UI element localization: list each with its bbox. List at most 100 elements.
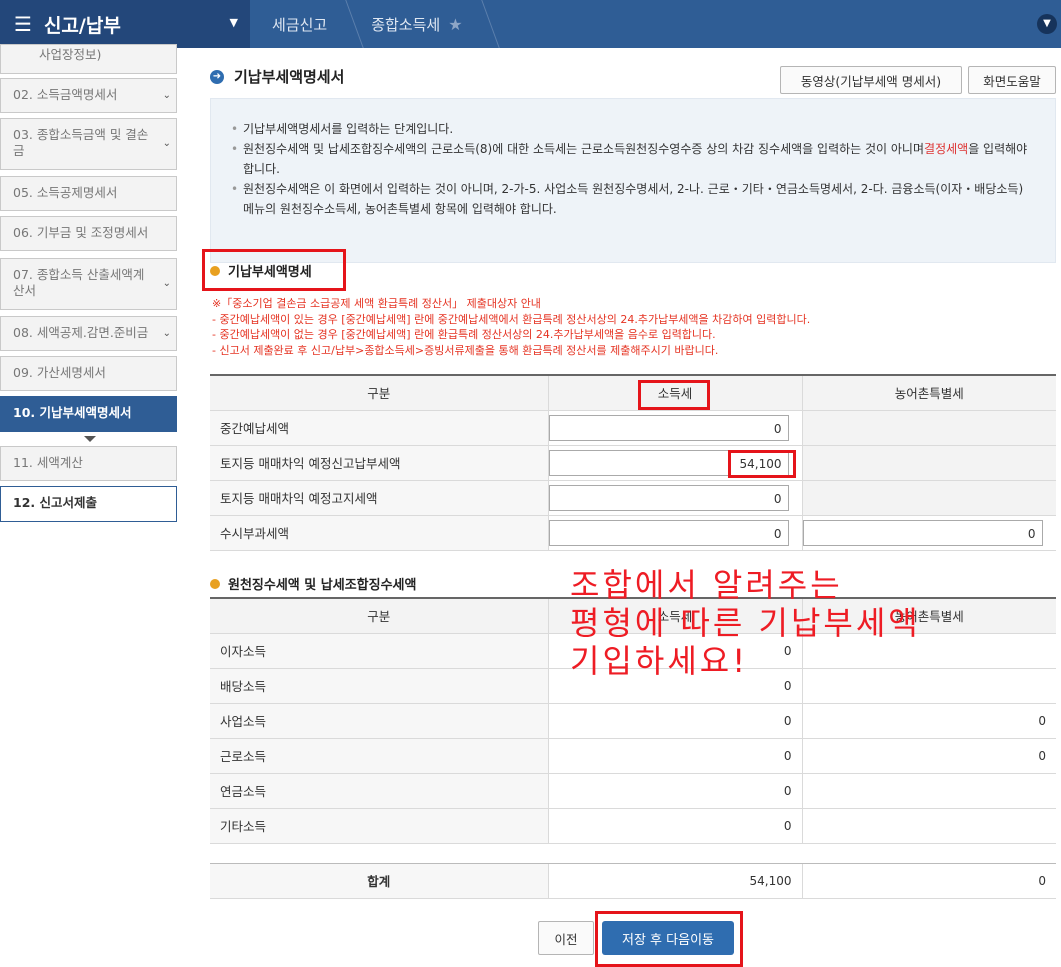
value-cell: 0 (801, 738, 1056, 774)
chevron-down-icon[interactable]: ▼ (1037, 14, 1057, 34)
sidebar-item-06[interactable]: 06. 기부금 및 조정명세서 (0, 216, 177, 251)
arrow-circle-icon: ➜ (210, 69, 224, 84)
sidebar-item-10-active[interactable]: 10. 기납부세액명세서 (0, 396, 177, 432)
caret-down-icon: ▼ (229, 16, 238, 29)
row-label: 기타소득 (210, 808, 548, 844)
occasional-tax-input[interactable]: 0 (548, 519, 789, 546)
info-text: 원천징수세액 및 납세조합징수세액의 근로소득(8)에 대한 소득세는 근로소득… (243, 142, 925, 156)
table-row: 수시부과세액 0 0 (210, 515, 1056, 551)
info-text: 원천징수세액은 이 화면에서 입력하는 것이 아니며, 2-가-5. 사업소득 … (243, 182, 1024, 216)
section2-title: 원천징수세액 및 납세조합징수세액 (210, 574, 416, 593)
prepaid-tax-table: 구분 소득세 농어촌특별세 중간예납세액 0 토지등 매매차익 예정신고납부세액… (210, 374, 1056, 551)
notice-text: ※「중소기업 결손금 소급공제 세액 환급특례 정산서」 제출대상자 안내 - … (212, 296, 810, 358)
chevron-down-icon[interactable]: ⌄ (163, 88, 171, 104)
table-row: 중간예납세액 0 (210, 410, 1056, 446)
sidebar-item-12[interactable]: 12. 신고서제출 (0, 486, 177, 522)
chevron-down-icon[interactable]: ⌄ (163, 326, 171, 342)
sidebar-item-11[interactable]: 11. 세액계산 (0, 446, 177, 481)
info-line: 원천징수세액 및 납세조합징수세액의 근로소득(8)에 대한 소득세는 근로소득… (231, 139, 1035, 179)
sidebar-item-label: 05. 소득공제명세서 (13, 185, 118, 200)
notice-line: - 신고서 제출완료 후 신고/납부>종합소득세>증빙서류제출을 통해 환급특례… (212, 343, 719, 357)
sidebar-item-05[interactable]: 05. 소득공제명세서 (0, 176, 177, 211)
highlight-box (728, 450, 796, 478)
row-label: 수시부과세액 (210, 515, 548, 551)
video-button[interactable]: 동영상(기납부세액 명세서) (780, 66, 962, 94)
info-box: 기납부세액명세서를 입력하는 단계입니다. 원천징수세액 및 납세조합징수세액의… (210, 98, 1056, 263)
info-text: 기납부세액명세서를 입력하는 단계입니다. (243, 122, 454, 136)
value-cell: 0 (547, 703, 802, 739)
sidebar-item-02[interactable]: 02. 소득금액명세서 ⌄ (0, 78, 177, 113)
sidebar-item-label: 08. 세액공제.감면.준비금 (13, 325, 149, 340)
chevron-down-icon[interactable]: ⌄ (163, 276, 171, 292)
column-header: 구분 (210, 597, 548, 634)
prev-button-label: 이전 (554, 931, 578, 947)
sidebar-item-business-info[interactable]: 사업장정보) (0, 44, 177, 74)
table-row: 사업소득 0 0 (210, 703, 1056, 739)
hamburger-icon: ☰ (14, 12, 32, 36)
land-sale-notice-tax-input[interactable]: 0 (548, 484, 789, 511)
sidebar-item-08[interactable]: 08. 세액공제.감면.준비금 ⌄ (0, 316, 177, 351)
main-menu-button[interactable]: ☰ 신고/납부 ▼ (0, 0, 250, 48)
row-label: 근로소득 (210, 738, 548, 774)
menu-title: 신고/납부 (43, 14, 121, 37)
annotation-line: 평형에 따른 기납부세액 (570, 604, 921, 642)
highlight-box (595, 911, 743, 967)
spacer-row (210, 843, 1056, 864)
disabled-cell (801, 480, 1056, 516)
top-bar: ☰ 신고/납부 ▼ 세금신고 종합소득세 ★ ▼ (0, 0, 1061, 48)
info-highlight: 결정세액 (924, 142, 969, 156)
video-button-label: 동영상(기납부세액 명세서) (800, 73, 942, 89)
section2-title-text: 원천징수세액 및 납세조합징수세액 (228, 578, 417, 593)
sidebar-item-label: 11. 세액계산 (13, 455, 83, 470)
disabled-cell (801, 445, 1056, 481)
star-icon[interactable]: ★ (448, 15, 462, 34)
sidebar-item-07[interactable]: 07. 종합소득 산출세액계산서 ⌄ (0, 258, 177, 310)
sidebar-item-label: 10. 기납부세액명세서 (13, 405, 132, 420)
row-label: 사업소득 (210, 703, 548, 739)
breadcrumb-label: 종합소득세 (371, 15, 441, 34)
value-cell (801, 773, 1056, 809)
notice-line: - 중간예납세액이 없는 경우 [중간예납세액] 란에 환급특례 정산서상의 2… (212, 328, 716, 341)
highlight-box (202, 249, 346, 291)
column-header: 구분 (210, 374, 548, 411)
highlight-box (638, 380, 710, 410)
total-row: 합계 54,100 0 (210, 863, 1056, 899)
info-line: 기납부세액명세서를 입력하는 단계입니다. (231, 119, 1035, 139)
breadcrumb-income-tax[interactable]: 종합소득세 ★ (349, 0, 484, 48)
total-label: 합계 (210, 863, 548, 899)
row-label: 토지등 매매차익 예정신고납부세액 (210, 445, 548, 481)
help-button[interactable]: 화면도움말 (968, 66, 1056, 94)
sidebar-item-label: 09. 가산세명세서 (13, 365, 106, 380)
column-header: 농어촌특별세 (801, 374, 1056, 411)
sidebar-item-03[interactable]: 03. 종합소득금액 및 결손금 ⌄ (0, 118, 177, 170)
interim-prepayment-input[interactable]: 0 (548, 414, 789, 441)
sidebar-item-label: 07. 종합소득 산출세액계산서 (13, 267, 145, 298)
input-cell: 0 (801, 515, 1056, 551)
row-label: 배당소득 (210, 668, 548, 704)
prev-button[interactable]: 이전 (538, 921, 594, 955)
orange-dot-icon (210, 578, 220, 589)
chevron-down-icon[interactable]: ⌄ (163, 136, 171, 152)
annotation-line: 기입하세요! (570, 642, 749, 680)
sidebar-item-label: 03. 종합소득금액 및 결손금 (13, 127, 149, 158)
value-cell (801, 808, 1056, 844)
table-header-row: 구분 소득세 농어촌특별세 (210, 374, 1056, 411)
value-cell: 0 (547, 738, 802, 774)
annotation-overlay: 조합에서 알려주는 평형에 따른 기납부세액 기입하세요! (570, 566, 921, 680)
sidebar-item-09[interactable]: 09. 가산세명세서 (0, 356, 177, 391)
help-button-label: 화면도움말 (983, 73, 1041, 89)
breadcrumb-tax-filing[interactable]: 세금신고 (250, 0, 349, 48)
input-cell: 0 (547, 410, 802, 446)
row-label: 토지등 매매차익 예정고지세액 (210, 480, 548, 516)
occasional-rural-tax-input[interactable]: 0 (802, 519, 1043, 546)
sidebar-item-label: 06. 기부금 및 조정명세서 (13, 225, 149, 240)
table-row: 기타소득 0 (210, 808, 1056, 844)
row-label: 중간예납세액 (210, 410, 548, 446)
table-row: 토지등 매매차익 예정고지세액 0 (210, 480, 1056, 516)
input-cell: 0 (547, 480, 802, 516)
notice-line: ※「중소기업 결손금 소급공제 세액 환급특례 정산서」 제출대상자 안내 (212, 297, 541, 310)
active-step-arrow (84, 436, 96, 442)
sidebar-item-label: 02. 소득금액명세서 (13, 87, 118, 102)
table-row: 연금소득 0 (210, 773, 1056, 809)
value-cell: 0 (547, 808, 802, 844)
